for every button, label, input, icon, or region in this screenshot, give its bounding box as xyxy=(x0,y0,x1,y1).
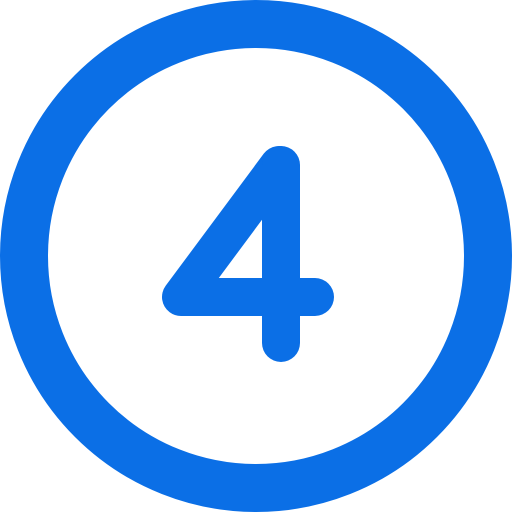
circle-ring xyxy=(0,0,512,512)
number-4-circle-icon xyxy=(0,0,512,512)
icon-canvas: 4 xyxy=(0,0,512,512)
digit-four-glyph xyxy=(162,146,334,362)
